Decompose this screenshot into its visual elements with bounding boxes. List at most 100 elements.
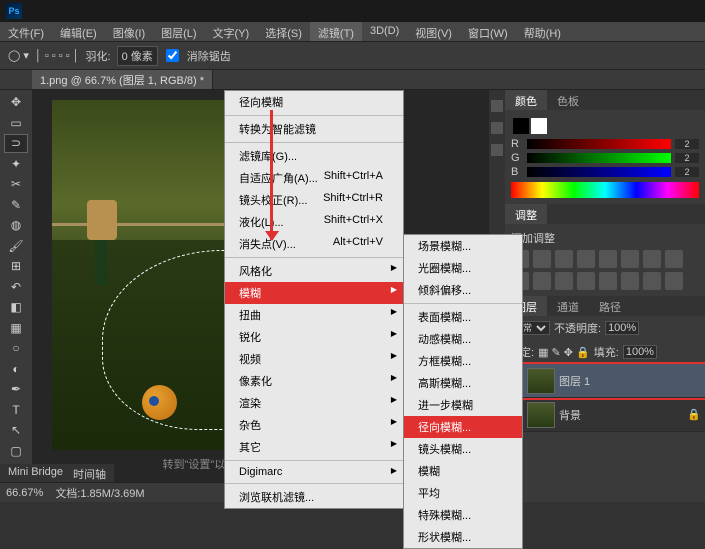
blur-tilt[interactable]: 倾斜偏移... [404,279,522,301]
filter-distort[interactable]: 扭曲 [225,304,403,326]
mini-bridge-tab[interactable]: Mini Bridge [8,466,63,480]
layer-thumb[interactable] [527,368,555,394]
menu-image[interactable]: 图像(I) [105,22,153,41]
blur-blur[interactable]: 模糊 [404,460,522,482]
b-slider[interactable] [527,167,671,177]
g-slider[interactable] [527,153,671,163]
filter-stylize[interactable]: 风格化 [225,260,403,282]
adj-icon[interactable] [643,272,661,290]
path-tool[interactable]: ↖ [4,421,28,440]
adj-icon[interactable] [621,272,639,290]
blur-motion[interactable]: 动感模糊... [404,328,522,350]
adj-icon[interactable] [665,250,683,268]
gradient-tool[interactable]: ▦ [4,319,28,338]
menu-edit[interactable]: 编辑(E) [52,22,105,41]
menu-select[interactable]: 选择(S) [257,22,310,41]
zoom-level[interactable]: 66.67% [6,487,43,499]
filter-sharpen[interactable]: 锐化 [225,326,403,348]
tool-preset[interactable]: ◯ ▾ [8,49,29,62]
lasso-tool[interactable]: ⊃ [4,134,28,153]
pen-tool[interactable]: ✒ [4,380,28,399]
menu-3d[interactable]: 3D(D) [362,22,407,41]
opacity-input[interactable]: 100% [605,321,639,335]
marquee-tool[interactable]: ▭ [4,114,28,133]
blur-iris[interactable]: 光圈模糊... [404,257,522,279]
heal-tool[interactable]: ◍ [4,216,28,235]
wand-tool[interactable]: ✦ [4,155,28,174]
b-value[interactable]: 2 [675,167,699,177]
adj-icon[interactable] [555,250,573,268]
filter-adaptive[interactable]: 自适应广角(A)...Shift+Ctrl+A [225,167,403,189]
bg-swatch[interactable] [531,118,547,134]
filter-digimarc[interactable]: Digimarc [225,463,403,481]
document-tab[interactable]: 1.png @ 66.7% (图层 1, RGB/8) * [32,70,213,89]
layer-name[interactable]: 图层 1 [559,373,590,389]
menu-window[interactable]: 窗口(W) [460,22,516,41]
menu-type[interactable]: 文字(Y) [205,22,258,41]
menu-file[interactable]: 文件(F) [0,22,52,41]
adj-icon[interactable] [599,272,617,290]
blur-gaussian[interactable]: 高斯模糊... [404,372,522,394]
adj-icon[interactable] [621,250,639,268]
filter-vanish[interactable]: 消失点(V)...Alt+Ctrl+V [225,233,403,255]
menu-filter[interactable]: 滤镜(T) [310,22,362,41]
layer-name[interactable]: 背景 [559,407,581,423]
adj-icon[interactable] [555,272,573,290]
crop-tool[interactable]: ✂ [4,175,28,194]
swatches-tab[interactable]: 色板 [547,90,589,110]
blur-radial[interactable]: 径向模糊... [404,416,522,438]
menu-help[interactable]: 帮助(H) [516,22,569,41]
paths-tab[interactable]: 路径 [589,296,631,316]
eyedropper-tool[interactable]: ✎ [4,196,28,215]
filter-other[interactable]: 其它 [225,436,403,458]
channels-tab[interactable]: 通道 [547,296,589,316]
blur-average[interactable]: 平均 [404,482,522,504]
filter-browse[interactable]: 浏览联机滤镜... [225,486,403,508]
filter-last[interactable]: 径向模糊 [225,91,403,113]
blur-box[interactable]: 方框模糊... [404,350,522,372]
layer-1[interactable]: 👁 图层 1 [505,364,705,398]
adj-icon[interactable] [599,250,617,268]
adj-icon[interactable] [643,250,661,268]
filter-lens[interactable]: 镜头校正(R)...Shift+Ctrl+R [225,189,403,211]
blur-lens[interactable]: 镜头模糊... [404,438,522,460]
menu-view[interactable]: 视图(V) [407,22,460,41]
feather-input[interactable]: 0 像素 [117,46,158,66]
filter-pixelate[interactable]: 像素化 [225,370,403,392]
filter-liquify[interactable]: 液化(L)...Shift+Ctrl+X [225,211,403,233]
fg-swatch[interactable] [513,118,529,134]
filter-render[interactable]: 渲染 [225,392,403,414]
color-spectrum[interactable] [511,182,699,198]
filter-video[interactable]: 视频 [225,348,403,370]
shape-tool[interactable]: ▢ [4,442,28,461]
layer-thumb[interactable] [527,402,555,428]
antialias-checkbox[interactable] [166,49,179,62]
r-slider[interactable] [527,139,671,149]
adjustments-tab[interactable]: 调整 [505,204,547,224]
stamp-tool[interactable]: ⊞ [4,257,28,276]
type-tool[interactable]: T [4,401,28,420]
adj-icon[interactable] [665,272,683,290]
adj-icon[interactable] [533,272,551,290]
filter-smart[interactable]: 转换为智能滤镜 [225,118,403,140]
adj-icon[interactable] [577,250,595,268]
dodge-tool[interactable]: ◐ [4,360,28,379]
blur-shape[interactable]: 形状模糊... [404,526,522,548]
adj-icon[interactable] [533,250,551,268]
blur-tool[interactable]: ○ [4,339,28,358]
r-value[interactable]: 2 [675,139,699,149]
brush-tool[interactable]: 🖌 [4,237,28,256]
timeline-tab[interactable]: 时间轴 [73,466,106,480]
adj-icon[interactable] [577,272,595,290]
blur-further[interactable]: 进一步模糊 [404,394,522,416]
history-tool[interactable]: ↶ [4,278,28,297]
color-tab[interactable]: 颜色 [505,90,547,110]
filter-gallery[interactable]: 滤镜库(G)... [225,145,403,167]
blur-special[interactable]: 特殊模糊... [404,504,522,526]
filter-noise[interactable]: 杂色 [225,414,403,436]
fill-input[interactable]: 100% [623,345,657,359]
blur-surface[interactable]: 表面模糊... [404,306,522,328]
filter-blur[interactable]: 模糊 [225,282,403,304]
blur-field[interactable]: 场景模糊... [404,235,522,257]
g-value[interactable]: 2 [675,153,699,163]
